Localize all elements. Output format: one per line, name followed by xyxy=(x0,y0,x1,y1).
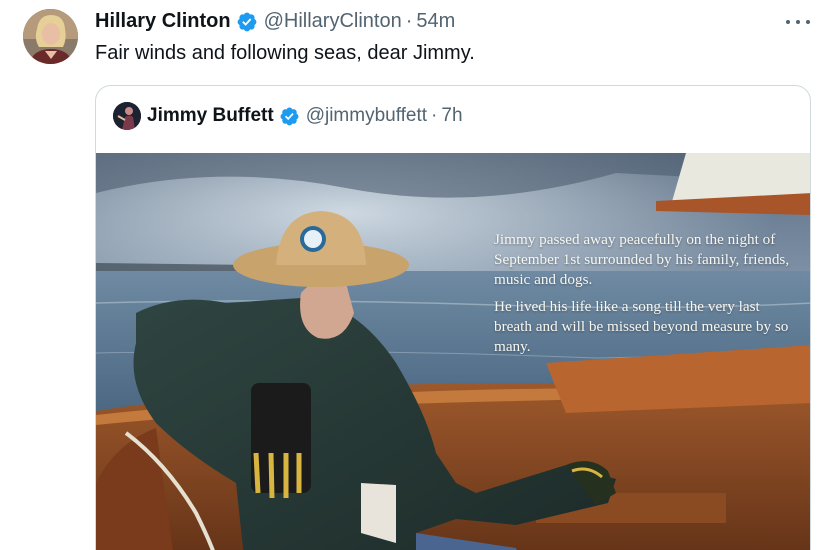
separator-dot: · xyxy=(431,105,438,126)
quoted-tweet-photo[interactable]: Jimmy passed away peacefully on the nigh… xyxy=(96,153,810,550)
quoted-tweet-header: Jimmy Buffett @jimmybuffett · 7h xyxy=(113,102,463,130)
quoted-author-avatar[interactable] xyxy=(113,102,141,130)
quoted-tweet[interactable]: Jimmy Buffett @jimmybuffett · 7h Jimmy p… xyxy=(95,85,811,550)
author-avatar[interactable] xyxy=(23,9,78,64)
quoted-author-name[interactable]: Jimmy Buffett xyxy=(147,105,274,127)
quoted-avatar-image xyxy=(113,102,141,130)
author-handle[interactable]: @HillaryClinton xyxy=(264,10,402,33)
tweet-header: Hillary Clinton @HillaryClinton · 54m xyxy=(95,10,455,33)
caption-paragraph-1: Jimmy passed away peacefully on the nigh… xyxy=(494,231,790,288)
avatar-image xyxy=(23,9,78,64)
more-options-icon[interactable] xyxy=(786,10,810,34)
quoted-author-handle[interactable]: @jimmybuffett xyxy=(306,105,427,127)
verified-badge-icon xyxy=(280,107,299,125)
verified-badge-icon xyxy=(237,12,256,31)
caption-paragraph-2: He lived his life like a song till the v… xyxy=(494,298,789,355)
tweet-text: Fair winds and following seas, dear Jimm… xyxy=(95,42,475,64)
separator-dot: · xyxy=(405,10,413,32)
quoted-timestamp[interactable]: 7h xyxy=(441,105,462,127)
tweet-timestamp[interactable]: 54m xyxy=(416,10,455,33)
photo-caption-overlay: Jimmy passed away peacefully on the nigh… xyxy=(494,230,794,364)
tweet: Hillary Clinton @HillaryClinton · 54m Fa… xyxy=(0,0,825,550)
author-name[interactable]: Hillary Clinton xyxy=(95,10,231,33)
